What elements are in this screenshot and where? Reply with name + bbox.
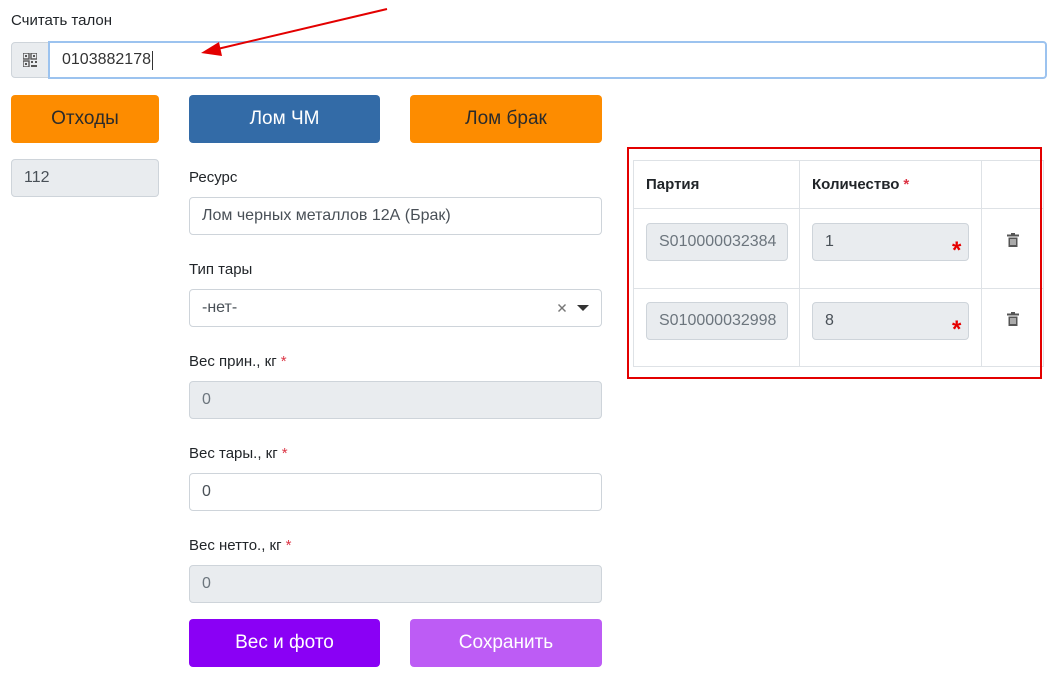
weight-tare-label: Вес тары., кг * [189, 445, 288, 462]
weigh-photo-button[interactable]: Вес и фото [189, 619, 380, 667]
scan-button[interactable] [11, 42, 49, 78]
scrap-cm-button[interactable]: Лом ЧМ [189, 95, 380, 143]
required-mark: * [281, 445, 288, 462]
save-button[interactable]: Сохранить [410, 619, 602, 667]
weight-net-label: Вес нетто., кг * [189, 537, 291, 554]
resource-label: Ресурс [189, 169, 238, 186]
caret-down-icon[interactable] [577, 304, 589, 312]
annotation-highlight-box [627, 147, 1042, 379]
annotation-arrow [201, 8, 388, 56]
tare-type-value: -нет- [202, 299, 238, 316]
tare-type-select[interactable]: -нет- [189, 289, 602, 327]
tare-type-label: Тип тары [189, 261, 253, 278]
weight-net-label-text: Вес нетто., кг [189, 537, 282, 554]
scan-input-value: 0103882178 [62, 51, 151, 68]
weight-received-label-text: Вес прин., кг [189, 353, 277, 370]
ticket-count-field: 112 [11, 159, 159, 197]
waste-button[interactable]: Отходы [11, 95, 159, 143]
weight-tare-label-text: Вес тары., кг [189, 445, 278, 462]
scrap-defect-button[interactable]: Лом брак [410, 95, 602, 143]
text-cursor [151, 50, 153, 70]
weight-tare-field[interactable]: 0 [189, 473, 602, 511]
resource-field[interactable]: Лом черных металлов 12А (Брак) [189, 197, 602, 235]
scan-label: Считать талон [11, 12, 113, 29]
required-mark: * [285, 537, 292, 554]
required-mark: * [280, 353, 287, 370]
qr-code-icon [23, 53, 37, 67]
weight-received-field: 0 [189, 381, 602, 419]
weight-net-field: 0 [189, 565, 602, 603]
weight-received-label: Вес прин., кг * [189, 353, 287, 370]
clear-x-icon[interactable] [557, 303, 567, 313]
